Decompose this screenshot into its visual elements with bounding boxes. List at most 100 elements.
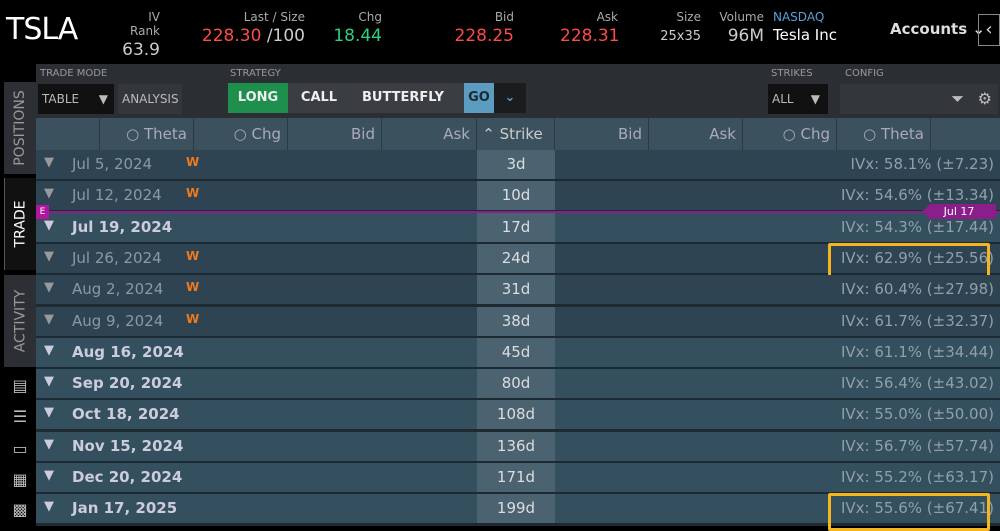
col-theta-puts[interactable]: ○ Theta <box>837 118 931 150</box>
days-to-expiration: 171d <box>477 463 555 492</box>
earnings-marker[interactable]: E <box>36 205 49 219</box>
chg-value: 18.44 <box>330 26 382 46</box>
col-ask-calls[interactable]: Ask <box>382 118 477 150</box>
days-to-expiration: 24d <box>477 244 555 273</box>
expiration-row[interactable]: ▼ Aug 9, 2024 W 38d IVx: 61.7% (±32.37) <box>36 307 1000 338</box>
chart-icon[interactable]: ▦ <box>10 470 30 490</box>
gear-icon[interactable]: ⚙ <box>978 84 992 114</box>
ivx-text: IVx: 61.7% (±32.37) <box>841 312 994 330</box>
col-theta-calls[interactable]: ○ Theta <box>100 118 194 150</box>
expiration-date: Nov 15, 2024 <box>72 437 183 455</box>
expiration-row[interactable]: ▼ Jul 26, 2024 W 24d IVx: 62.9% (±25.56) <box>36 244 1000 275</box>
expiration-date: Sep 20, 2024 <box>72 374 182 392</box>
expiration-row[interactable]: ▼ Aug 16, 2024 45d IVx: 61.1% (±34.44) <box>36 338 1000 369</box>
expiration-date: Jul 5, 2024 <box>72 155 152 173</box>
expand-chevron-icon[interactable]: ▼ <box>44 343 54 358</box>
iv-rank-label: IV Rank <box>115 10 160 38</box>
go-button[interactable]: GO <box>464 83 494 113</box>
strategy-select[interactable]: BUTTERFLY <box>350 83 464 113</box>
expand-chevron-icon[interactable]: ▼ <box>44 312 54 327</box>
days-to-expiration: 45d <box>477 338 555 367</box>
col-bid-calls[interactable]: Bid <box>288 118 382 150</box>
expand-chevron-icon[interactable]: ▼ <box>44 249 54 264</box>
expiration-row[interactable]: ▼ Jan 17, 2025 199d IVx: 55.6% (±67.41) <box>36 494 1000 525</box>
expand-chevron-icon[interactable]: ▼ <box>44 499 54 514</box>
col-ask-puts[interactable]: Ask <box>649 118 743 150</box>
expiration-row[interactable]: ▼ Dec 20, 2024 171d IVx: 55.2% (±63.17) <box>36 463 1000 494</box>
expand-chevron-icon[interactable]: ▼ <box>44 186 54 201</box>
col-chg-calls[interactable]: ○ Chg <box>194 118 288 150</box>
col-bid-puts[interactable]: Bid <box>555 118 649 150</box>
expand-chevron-icon[interactable]: ▼ <box>44 374 54 389</box>
strikes-label: STRIKES <box>771 68 813 79</box>
col-label: Theta <box>881 125 924 143</box>
ivx-text: IVx: 60.4% (±27.98) <box>841 280 994 298</box>
col-label: Theta <box>144 125 187 143</box>
col-strike[interactable]: ⌃ Strike <box>477 118 555 150</box>
exchange: NASDAQ <box>773 10 837 24</box>
call-button[interactable]: CALL <box>288 83 350 113</box>
days-to-expiration: 31d <box>477 275 555 304</box>
implied-volatility: IVx: 58.1% (±7.23) <box>851 155 994 173</box>
trade-mode-value: TABLE <box>42 92 79 106</box>
ask-value: 228.31 <box>560 26 618 46</box>
collapse-button[interactable]: ‹ <box>978 14 1000 46</box>
volume-label: Volume <box>712 10 764 24</box>
calculator-icon[interactable]: ▤ <box>10 376 30 396</box>
bid-value: 228.25 <box>450 26 514 46</box>
quote-header: TSLA IV Rank63.9 Last / Size228.30 /100 … <box>0 0 1000 62</box>
tv-icon[interactable]: ▭ <box>10 439 30 459</box>
tab-positions[interactable]: POSITIONS <box>4 82 36 174</box>
expand-chevron-icon[interactable]: ▼ <box>44 155 54 170</box>
expand-chevron-icon[interactable]: ▼ <box>44 218 54 233</box>
days-to-expiration: 199d <box>477 494 555 523</box>
col-label: Chg <box>800 125 830 143</box>
tab-label: TRADE <box>13 201 29 248</box>
expand-chevron-icon[interactable]: ▼ <box>44 468 54 483</box>
trade-panel: TRADE MODE TABLE▼ ANALYSIS STRATEGY LONG… <box>36 64 1000 526</box>
last-label: Last / Size <box>200 10 305 24</box>
tab-trade[interactable]: TRADE <box>4 178 36 270</box>
expand-chevron-icon[interactable]: ▼ <box>44 405 54 420</box>
expand-chevron-icon[interactable]: ▼ <box>44 280 54 295</box>
long-button[interactable]: LONG <box>228 83 288 113</box>
expiration-row[interactable]: ▼ Jul 19, 2024 17d IVx: 54.3% (±17.44) <box>36 213 1000 244</box>
strategy-chevron-down-icon[interactable]: ⌄ <box>494 83 526 113</box>
days-to-expiration: 136d <box>477 432 555 461</box>
expand-chevron-icon[interactable]: ▼ <box>44 437 54 452</box>
sidebar: POSITIONS TRADE ACTIVITY ▤ ☰ ▭ ▦ ▩ <box>0 62 36 526</box>
implied-volatility: IVx: 55.0% (±50.00) <box>841 405 994 423</box>
implied-volatility: IVx: 61.7% (±32.37) <box>841 312 994 330</box>
analysis-button[interactable]: ANALYSIS <box>118 84 182 114</box>
trade-mode-select[interactable]: TABLE▼ <box>38 84 114 114</box>
expiration-row[interactable]: ▼ Jul 12, 2024 W 10d IVx: 54.6% (±13.34) <box>36 181 1000 212</box>
volume-value: 96M <box>712 26 764 46</box>
expiration-row[interactable]: ▼ Nov 15, 2024 136d IVx: 56.7% (±57.74) <box>36 432 1000 463</box>
implied-volatility: IVx: 56.4% (±43.02) <box>841 374 994 392</box>
expiration-date: Jul 26, 2024 <box>72 249 162 267</box>
implied-volatility: IVx: 56.7% (±57.74) <box>841 437 994 455</box>
symbol[interactable]: TSLA <box>6 12 77 47</box>
expiration-row[interactable]: ▼ Aug 2, 2024 W 31d IVx: 60.4% (±27.98) <box>36 275 1000 306</box>
expiration-date: Aug 9, 2024 <box>72 312 163 330</box>
ivx-text: IVx: 58.1% (±7.23) <box>851 155 994 173</box>
bid-label: Bid <box>450 10 514 24</box>
days-to-expiration: 3d <box>477 150 555 179</box>
list-icon[interactable]: ☰ <box>10 407 30 427</box>
strikes-select[interactable]: ALL▼ <box>768 84 828 114</box>
expiration-row[interactable]: ▼ Jul 5, 2024 W 3d IVx: 58.1% (±7.23) <box>36 150 1000 181</box>
accounts-menu[interactable]: Accounts ⌄ <box>890 20 985 38</box>
ivx-text: IVx: 56.4% (±43.02) <box>841 374 994 392</box>
strikes-value: ALL <box>772 92 794 106</box>
days-to-expiration: 80d <box>477 369 555 398</box>
expiration-row[interactable]: ▼ Oct 18, 2024 108d IVx: 55.0% (±50.00) <box>36 400 1000 431</box>
last-price: 228.30 <box>202 26 261 46</box>
company-name: Tesla Inc <box>773 26 837 44</box>
col-chg-puts[interactable]: ○ Chg <box>743 118 837 150</box>
ask-label: Ask <box>560 10 618 24</box>
tab-activity[interactable]: ACTIVITY <box>4 275 36 367</box>
expiration-row[interactable]: ▼ Sep 20, 2024 80d IVx: 56.4% (±43.02) <box>36 369 1000 400</box>
grid-icon[interactable]: ▩ <box>10 500 30 520</box>
implied-volatility: IVx: 60.4% (±27.98) <box>841 280 994 298</box>
filter-icon[interactable]: ⏷ <box>951 84 964 114</box>
